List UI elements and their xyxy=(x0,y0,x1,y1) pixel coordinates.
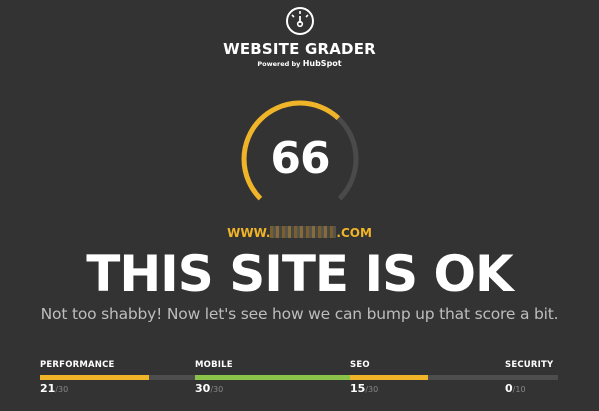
score-value: 30 xyxy=(195,382,211,395)
score-value: 15 xyxy=(350,382,366,395)
metric-score-seo: 15/30 xyxy=(350,382,378,395)
metric-score-security: 0/10 xyxy=(505,382,526,395)
speedometer-icon xyxy=(285,7,314,35)
verdict-heading: THIS SITE IS OK xyxy=(86,245,514,303)
seo-progress-fill xyxy=(350,375,428,380)
metric-score-mobile: 30/30 xyxy=(195,382,223,395)
powered-by: Powered by HubSpot xyxy=(0,59,599,68)
overall-score: 66 xyxy=(270,133,330,184)
score-max: /30 xyxy=(55,385,69,394)
score-max: /10 xyxy=(512,385,526,394)
site-url-prefix: WWW. xyxy=(227,226,271,240)
verdict-subtitle: Not too shabby! Now let's see how we can… xyxy=(40,305,559,323)
site-url-suffix: .COM xyxy=(336,226,372,240)
metrics-progress-track xyxy=(40,375,558,380)
score-value: 21 xyxy=(40,382,56,395)
score-max: /30 xyxy=(210,385,224,394)
metric-label: PERFORMANCE xyxy=(40,360,115,370)
metric-security[interactable]: SECURITY xyxy=(505,360,553,370)
score-value: 0 xyxy=(505,382,513,395)
app-header: WEBSITE GRADER Powered by HubSpot xyxy=(0,6,599,68)
performance-progress-fill xyxy=(40,375,149,380)
metric-label: SECURITY xyxy=(505,360,554,370)
metric-label: SEO xyxy=(350,360,370,370)
metric-mobile[interactable]: MOBILE xyxy=(195,360,233,370)
mobile-progress-fill xyxy=(195,375,350,380)
redacted-domain xyxy=(270,226,337,238)
metric-performance[interactable]: PERFORMANCE xyxy=(40,360,115,370)
score-max: /30 xyxy=(365,385,379,394)
powered-by-label: Powered by xyxy=(257,60,301,68)
metric-seo[interactable]: SEO xyxy=(350,360,370,370)
metric-label: MOBILE xyxy=(195,360,233,370)
site-url: WWW. .COM xyxy=(0,226,599,240)
app-title: WEBSITE GRADER xyxy=(223,40,376,58)
hubspot-logo[interactable]: HubSpot xyxy=(303,59,342,68)
metric-score-performance: 21/30 xyxy=(40,382,68,395)
